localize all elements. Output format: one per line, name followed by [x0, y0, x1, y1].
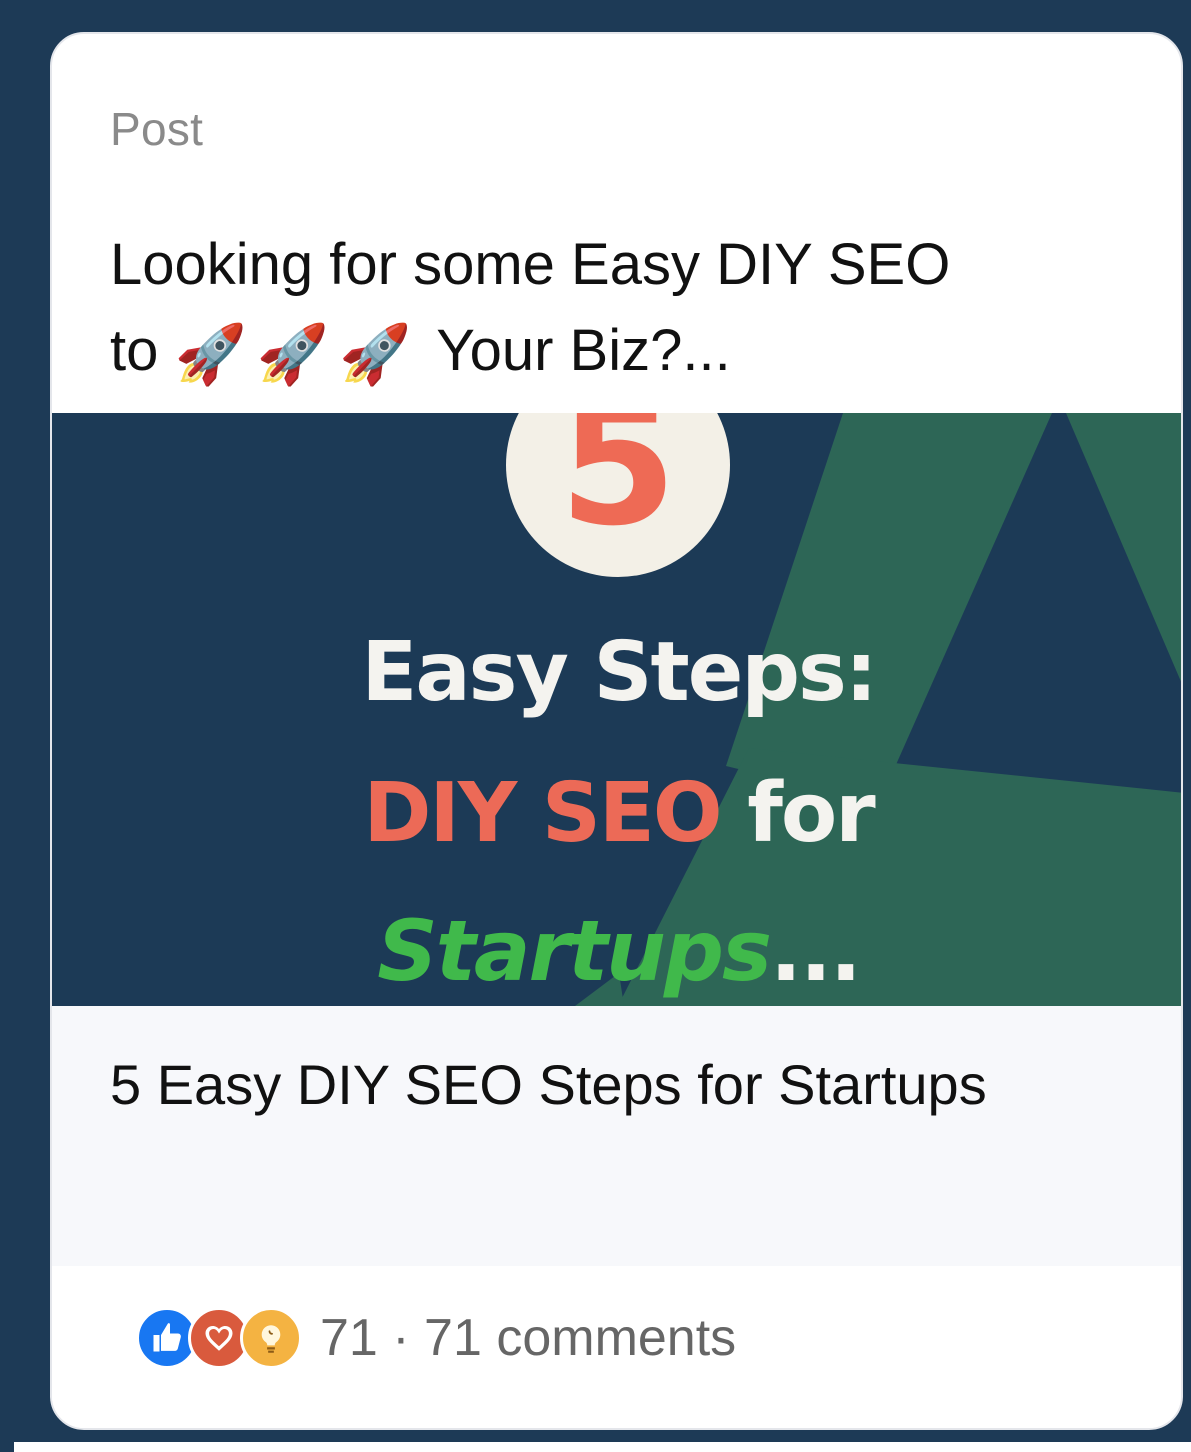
post-text-suffix: Your Biz?... — [436, 318, 731, 383]
post-hero-image[interactable]: 5 Easy Steps: DIY SEO for Startups... — [52, 413, 1181, 1006]
rocket-emoji-3: 🚀 — [338, 321, 412, 387]
post-footer: 71 · 71 comments — [52, 1266, 1181, 1428]
link-preview-title: 5 Easy DIY SEO Steps for Startups — [110, 1053, 987, 1116]
rocket-emoji-1: 🚀 — [174, 321, 247, 387]
post-text-prefix: to — [110, 318, 159, 383]
page-bottom-strip — [14, 1442, 1191, 1452]
hero-title-red-text: DIY SEO — [363, 766, 722, 861]
reactions-comments-summary: 71 · 71 comments — [320, 1309, 737, 1367]
hero-title-green-text: Startups — [377, 902, 772, 1000]
reaction-icons — [136, 1307, 302, 1369]
hero-title-ellipsis: ... — [770, 902, 862, 1000]
page-left-edge — [0, 0, 14, 1452]
post-type-label: Post — [110, 103, 204, 155]
post-text[interactable]: Looking for some Easy DIY SEO to 🚀 🚀 🚀 You… — [110, 222, 1120, 398]
rocket-emoji-2: 🚀 — [256, 321, 329, 387]
post-card[interactable]: Post Looking for some Easy DIY SEO to 🚀 🚀… — [50, 32, 1183, 1430]
hero-title-line-1: Easy Steps: — [361, 625, 877, 720]
hero-title-light-text: for — [720, 766, 875, 861]
reactions-summary[interactable]: 71 · 71 comments — [136, 1307, 736, 1369]
insight-icon — [240, 1307, 302, 1369]
link-preview[interactable]: 5 Easy DIY SEO Steps for Startups — [52, 1006, 1181, 1266]
post-text-line-1: Looking for some Easy DIY SEO — [110, 232, 951, 297]
hero-title-line-3: Startups... — [52, 909, 1181, 993]
hero-title-line-2: DIY SEO for — [52, 773, 1181, 855]
